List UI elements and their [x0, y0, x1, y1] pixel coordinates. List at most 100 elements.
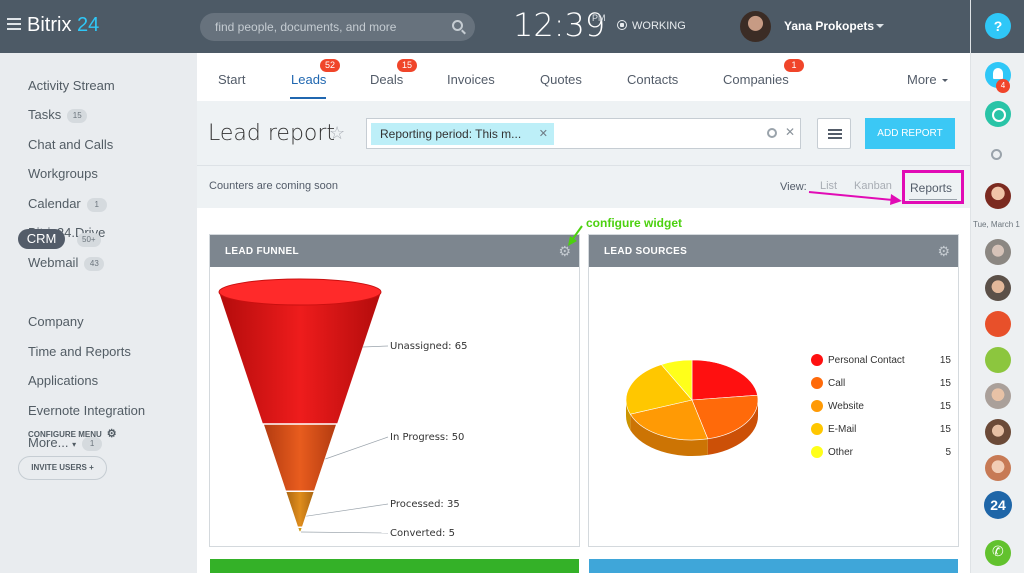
- date-label: Tue, March 1: [973, 220, 1020, 229]
- avatar[interactable]: [985, 183, 1011, 209]
- sidebar-item-tasks[interactable]: Tasks 15: [28, 107, 88, 123]
- tab-more[interactable]: More: [907, 72, 937, 87]
- sidebar-item-time-reports[interactable]: Time and Reports: [28, 344, 131, 359]
- clear-icon[interactable]: ✕: [785, 125, 795, 139]
- search-icon[interactable]: [452, 20, 463, 31]
- view-label: View:: [780, 181, 807, 193]
- avatar[interactable]: [985, 455, 1011, 481]
- funnel-label: In Progress: 50: [390, 432, 464, 443]
- avatar[interactable]: [740, 11, 771, 42]
- next-widget-header: [210, 559, 579, 573]
- menu-burger-icon[interactable]: [7, 18, 21, 33]
- sidebar-item-applications[interactable]: Applications: [28, 373, 98, 388]
- tab-counter: 1: [784, 59, 804, 72]
- gear-icon[interactable]: ⚙: [937, 243, 950, 260]
- filter-input[interactable]: Reporting period: This m... ✕ ✕: [366, 118, 801, 149]
- search-icon[interactable]: [991, 149, 1002, 160]
- funnel-top-ellipse: [218, 278, 382, 306]
- tab-deals[interactable]: Deals: [370, 72, 403, 87]
- tab-leads[interactable]: Leads: [291, 72, 326, 87]
- megaphone-icon[interactable]: [985, 347, 1011, 373]
- search-icon[interactable]: [767, 128, 777, 138]
- chevron-down-icon[interactable]: [876, 24, 884, 32]
- top-bar: Bitrix 24 find people, documents, and mo…: [0, 0, 970, 53]
- add-report-button[interactable]: ADD REPORT: [865, 118, 955, 149]
- phone-icon[interactable]: [985, 540, 1011, 566]
- sidebar-item-crm[interactable]: CRM: [18, 229, 65, 249]
- bitrix24-icon[interactable]: 24: [984, 491, 1012, 519]
- global-search-input[interactable]: find people, documents, and more: [200, 13, 475, 41]
- lead-funnel-chart: Unassigned: 65 In Progress: 50 Processed: …: [218, 278, 467, 539]
- legend-item: E-Mail 15: [811, 422, 951, 445]
- legend-swatch: [811, 377, 823, 389]
- funnel-segment-processed: [284, 490, 316, 528]
- invite-users-button[interactable]: INVITE USERS +: [18, 456, 107, 480]
- tab-invoices[interactable]: Invoices: [447, 72, 495, 87]
- legend-swatch: [811, 400, 823, 412]
- sidebar-item-evernote[interactable]: Evernote Integration: [28, 403, 145, 418]
- sidebar-item-activity-stream[interactable]: Activity Stream: [28, 78, 115, 93]
- tab-companies[interactable]: Companies: [723, 72, 789, 87]
- search-placeholder: find people, documents, and more: [215, 20, 397, 34]
- widget-title: LEAD FUNNEL: [225, 246, 299, 257]
- user-name[interactable]: Yana Prokopets: [784, 19, 874, 33]
- sidebar-item-webmail[interactable]: Webmail 43: [28, 255, 105, 271]
- next-widget-header: [589, 559, 958, 573]
- help-button[interactable]: ?: [985, 13, 1011, 39]
- tab-quotes[interactable]: Quotes: [540, 72, 582, 87]
- sidebar-item-chat[interactable]: Chat and Calls: [28, 137, 113, 152]
- legend-item: Personal Contact 15: [811, 353, 951, 376]
- legend-label: E-Mail: [828, 424, 857, 435]
- avatar[interactable]: [985, 275, 1011, 301]
- funnel-label: Unassigned: 65: [390, 341, 467, 352]
- funnel-segment-unassigned: [219, 292, 381, 424]
- configure-menu-button[interactable]: CONFIGURE MENU ⚙: [28, 427, 117, 440]
- legend-swatch: [811, 423, 823, 435]
- funnel-leader-line: [306, 503, 389, 517]
- legend-label: Personal Contact: [828, 355, 905, 366]
- stop-icon: [617, 20, 627, 30]
- legend-item: Other 5: [811, 445, 951, 468]
- work-status-button[interactable]: WORKING: [617, 20, 686, 32]
- tab-contacts[interactable]: Contacts: [627, 72, 678, 87]
- pie-slice-personal-contact: [691, 359, 758, 401]
- sidebar-item-company[interactable]: Company: [28, 314, 84, 329]
- page-title: Lead report: [208, 121, 336, 146]
- notification-badge: 4: [996, 79, 1010, 93]
- legend-value: 15: [939, 401, 951, 412]
- avatar[interactable]: [985, 383, 1011, 409]
- legend-value: 5: [945, 447, 951, 458]
- view-reports-link[interactable]: Reports: [902, 170, 964, 204]
- avatar[interactable]: [985, 239, 1011, 265]
- legend-value: 15: [939, 355, 951, 366]
- clock[interactable]: 12:39: [513, 6, 605, 44]
- megaphone-icon[interactable]: [985, 311, 1011, 337]
- funnel-label: Processed: 35: [390, 499, 460, 510]
- chat-icon[interactable]: [985, 101, 1011, 127]
- sidebar-item-calendar[interactable]: Calendar 1: [28, 196, 107, 212]
- avatar[interactable]: [985, 419, 1011, 445]
- legend-item: Website 15: [811, 399, 951, 422]
- clock-ampm: PM: [592, 13, 606, 23]
- pie-legend: Personal Contact 15 Call 15 Website 15 E-Mail 1…: [811, 353, 951, 468]
- counter-badge: 15: [67, 109, 88, 123]
- star-icon[interactable]: ☆: [329, 123, 345, 144]
- tab-start[interactable]: Start: [218, 72, 245, 87]
- left-sidebar: [0, 53, 197, 573]
- funnel-leader-line: [300, 531, 389, 534]
- close-icon[interactable]: ✕: [539, 127, 548, 140]
- chevron-down-icon[interactable]: [942, 79, 948, 85]
- active-tab-indicator: [290, 97, 326, 99]
- funnel-segment-converted: [296, 526, 304, 533]
- legend-item: Call 15: [811, 376, 951, 399]
- counter-badge: 43: [84, 257, 105, 271]
- app-logo[interactable]: Bitrix 24: [27, 14, 99, 37]
- legend-label: Call: [828, 378, 846, 389]
- counters-notice: Counters are coming soon: [209, 180, 339, 192]
- legend-label: Website: [828, 401, 864, 412]
- right-sidebar: ? 4 Tue, March 1 24: [970, 0, 1024, 573]
- list-settings-button[interactable]: [817, 118, 851, 149]
- funnel-segment-in-progress: [261, 423, 339, 492]
- sidebar-item-workgroups[interactable]: Workgroups: [28, 166, 98, 181]
- filter-chip[interactable]: Reporting period: This m... ✕: [371, 123, 554, 145]
